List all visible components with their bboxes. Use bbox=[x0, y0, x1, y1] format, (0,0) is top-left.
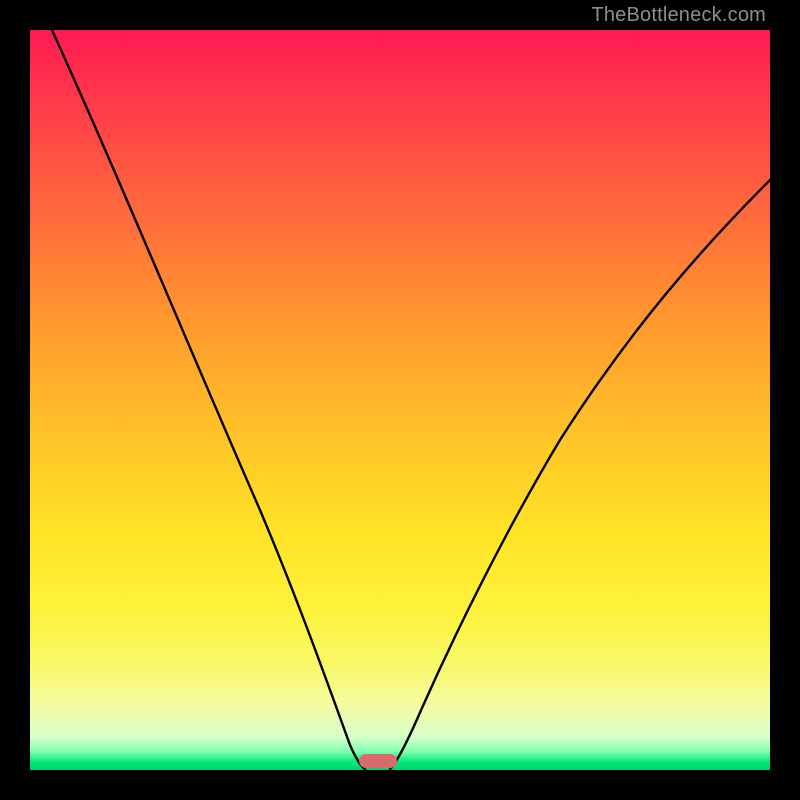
bottleneck-curve bbox=[30, 30, 770, 770]
min-marker bbox=[359, 754, 397, 768]
watermark-text: TheBottleneck.com bbox=[591, 4, 766, 27]
plot-area bbox=[30, 30, 770, 770]
curve-right-branch bbox=[390, 180, 770, 769]
chart-frame: TheBottleneck.com bbox=[0, 0, 800, 800]
curve-left-branch bbox=[52, 30, 365, 769]
